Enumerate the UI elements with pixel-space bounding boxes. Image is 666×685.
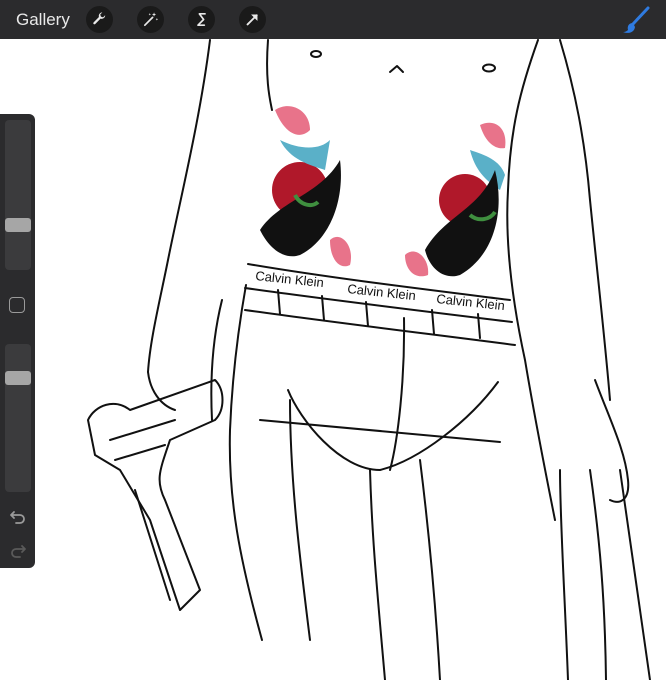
waistband-brand-2: Calvin Klein [347, 281, 417, 303]
transform-arrow-icon [246, 14, 258, 26]
selection-s-icon [197, 12, 206, 27]
sidebar [0, 114, 35, 568]
redo-button[interactable] [8, 540, 28, 560]
waistband-brand-1: Calvin Klein [255, 268, 325, 290]
magic-wand-icon [143, 12, 159, 27]
selection-button[interactable] [188, 6, 215, 33]
top-toolbar: Gallery [0, 0, 666, 39]
waistband-brand-3: Calvin Klein [436, 291, 506, 313]
redo-icon [11, 545, 26, 558]
actions-button[interactable] [86, 6, 113, 33]
wrench-icon [93, 12, 106, 25]
brush-tool-button[interactable] [622, 5, 652, 35]
opacity-thumb[interactable] [5, 370, 31, 385]
tattoo-right [405, 122, 506, 277]
artwork-illustration: Calvin Klein Calvin Klein Calvin Klein [87, 39, 651, 681]
brush-size-slider[interactable] [5, 120, 31, 270]
opacity-slider[interactable] [5, 344, 31, 492]
tattoo-left [260, 106, 351, 267]
brush-size-thumb[interactable] [5, 217, 31, 232]
modify-button[interactable] [9, 297, 25, 313]
adjustments-button[interactable] [137, 6, 164, 33]
undo-button[interactable] [8, 506, 28, 526]
gallery-button[interactable]: Gallery [16, 10, 80, 30]
transform-button[interactable] [239, 6, 266, 33]
paintbrush-icon [623, 6, 650, 33]
undo-icon [10, 511, 25, 524]
drawing-canvas[interactable]: Calvin Klein Calvin Klein Calvin Klein [0, 39, 666, 681]
